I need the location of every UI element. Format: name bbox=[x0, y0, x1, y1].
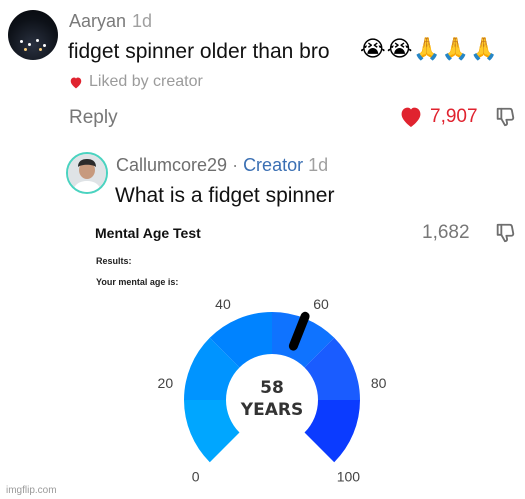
gauge-segment bbox=[304, 400, 360, 463]
reply-text: What is a fidget spinner bbox=[115, 184, 335, 207]
creator-badge: Creator bbox=[243, 155, 304, 175]
gauge-segment bbox=[184, 400, 240, 463]
reply-username-row: Callumcore29 · Creator 1d bbox=[116, 155, 328, 176]
results-label: Results: bbox=[96, 256, 132, 266]
reply-username[interactable]: Callumcore29 bbox=[116, 155, 227, 175]
liked-by-label: Liked by creator bbox=[89, 73, 203, 90]
gauge-tick-label: 60 bbox=[313, 296, 329, 312]
gauge-tick-label: 40 bbox=[215, 296, 231, 312]
mental-age-label: Your mental age is: bbox=[96, 277, 179, 287]
thumbs-down-icon bbox=[496, 223, 515, 243]
person-icon bbox=[68, 154, 106, 192]
imgflip-watermark: imgflip.com bbox=[6, 485, 57, 496]
comment-emojis: 😭😭🙏🙏🙏 bbox=[360, 36, 499, 61]
liked-by-creator: Liked by creator bbox=[69, 73, 203, 91]
gauge-value-unit: YEARS bbox=[240, 400, 303, 420]
like-count: 7,907 bbox=[430, 105, 478, 127]
gauge-tick-label: 0 bbox=[192, 468, 200, 484]
comment-username-row: Aaryan 1d bbox=[69, 11, 152, 32]
age-gauge: 0 20 40 60 80 100 58 YEARS bbox=[158, 296, 387, 485]
heart-icon bbox=[401, 107, 421, 127]
comment-time: 1d bbox=[132, 11, 153, 31]
thumbs-down-icon bbox=[496, 107, 515, 127]
gauge-tick-label: 80 bbox=[371, 375, 387, 391]
small-heart-icon bbox=[70, 77, 82, 88]
reply-like-count[interactable]: 1,682 bbox=[422, 222, 470, 244]
gauge-tick-label: 100 bbox=[337, 468, 361, 484]
gauge-value-number: 58 bbox=[260, 378, 284, 398]
creator-avatar[interactable] bbox=[66, 152, 108, 194]
comment-text: fidget spinner older than bro bbox=[68, 40, 330, 63]
comment-username[interactable]: Aaryan bbox=[69, 11, 126, 31]
like-button[interactable]: 7,907 bbox=[398, 105, 478, 128]
commenter-avatar[interactable] bbox=[8, 10, 58, 60]
reply-separator: · bbox=[227, 155, 244, 175]
reply-time: 1d bbox=[308, 155, 329, 175]
dislike-button[interactable] bbox=[494, 106, 516, 133]
reply-dislike-button[interactable] bbox=[494, 222, 516, 249]
reply-button[interactable]: Reply bbox=[69, 107, 118, 129]
test-title: Mental Age Test bbox=[95, 225, 201, 241]
gauge-tick-label: 20 bbox=[158, 375, 174, 391]
